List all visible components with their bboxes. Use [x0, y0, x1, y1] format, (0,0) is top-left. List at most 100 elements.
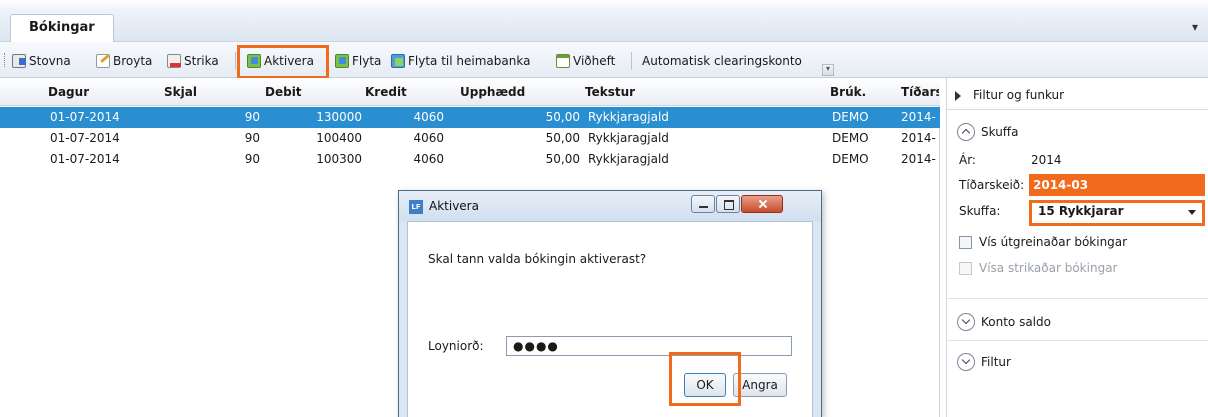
cell-tidarskeid: 2014- — [901, 152, 936, 166]
chevron-down-icon — [1188, 210, 1196, 215]
close-button[interactable] — [741, 195, 783, 213]
toolbar-separator — [235, 52, 236, 70]
cell-kredit: 4060 — [413, 110, 444, 124]
auto-clearing-button[interactable]: Automatisk clearingskonto — [642, 51, 802, 71]
activate-dialog: LF Aktivera Skal tann valda bókingin akt… — [398, 190, 822, 417]
period-label: Tíðarskeið: — [959, 178, 1025, 192]
section-filtur-title[interactable]: Filtur — [981, 355, 1011, 369]
chevron-up-icon[interactable] — [957, 123, 975, 141]
cell-skjal: 90 — [244, 131, 260, 145]
column-header-debit[interactable]: Debit — [265, 78, 302, 106]
new-document-icon — [12, 54, 26, 68]
cell-upphaedd: 50,00 — [545, 131, 580, 145]
chevron-down-icon[interactable] — [957, 313, 975, 331]
chevron-down-icon[interactable] — [957, 353, 975, 371]
attachment-button[interactable]: Viðheft — [556, 51, 615, 71]
cell-skjal: 90 — [244, 152, 260, 166]
toolbar: Stovna Broyta Strika Aktivera Flyta Flyt… — [0, 42, 1208, 78]
minimize-button[interactable] — [691, 195, 715, 213]
app-logo-icon: LF — [409, 200, 423, 214]
new-button[interactable]: Stovna — [12, 51, 71, 71]
cell-kredit: 4060 — [413, 131, 444, 145]
period-field[interactable]: 2014-03 — [1029, 174, 1205, 196]
move-to-bank-label: Flyta til heimabanka — [408, 54, 531, 68]
edit-button[interactable]: Broyta — [96, 51, 152, 71]
column-header-dagur[interactable]: Dagur — [48, 78, 89, 106]
cell-debit: 100300 — [316, 152, 362, 166]
cell-tidarskeid: 2014- — [901, 110, 936, 124]
ok-button-highlight — [669, 352, 741, 406]
column-header-kredit[interactable]: Kredit — [365, 78, 407, 106]
filter-panel-title: Filtur og funkur — [973, 88, 1065, 102]
column-header-tekstur[interactable]: Tekstur — [585, 78, 635, 106]
column-header-bruk[interactable]: Brúk. — [830, 78, 866, 106]
activate-button-highlight — [237, 45, 329, 79]
move-icon — [335, 54, 349, 68]
attachment-button-label: Viðheft — [573, 54, 616, 68]
move-button-label: Flyta — [352, 54, 382, 68]
delete-button[interactable]: Strika — [167, 51, 219, 71]
skuffa-dropdown[interactable]: 15 Rykkjarar — [1029, 200, 1205, 226]
skuffa-selected-value: 15 Rykkjarar — [1038, 204, 1124, 218]
collapse-arrow-icon — [955, 91, 961, 101]
toolbar-overflow-icon[interactable]: ▾ — [822, 64, 834, 76]
cell-debit: 130000 — [316, 110, 362, 124]
cell-dagur: 01-07-2014 — [50, 110, 120, 124]
cell-skjal: 90 — [244, 110, 260, 124]
grid-header: Dagur Skjal Debit Kredit Upphædd Tekstur… — [0, 78, 940, 106]
section-skuffa-title[interactable]: Skuffa — [981, 125, 1018, 139]
edit-button-label: Broyta — [113, 54, 153, 68]
cell-tekstur: Rykkjaragjald — [588, 152, 669, 166]
table-row[interactable]: 01-07-2014 90 130000 4060 50,00 Rykkjara… — [0, 107, 940, 128]
cancel-button[interactable]: Angra — [733, 373, 787, 397]
column-header-tidarskeid[interactable]: Tíðars — [901, 78, 939, 106]
cell-dagur: 01-07-2014 — [50, 131, 120, 145]
dialog-question: Skal tann valda bókingin aktiverast? — [428, 252, 647, 266]
password-input[interactable]: ●●●● — [506, 336, 792, 356]
cell-dagur: 01-07-2014 — [50, 152, 120, 166]
cell-tekstur: Rykkjaragjald — [588, 110, 669, 124]
cell-kredit: 4060 — [413, 152, 444, 166]
move-to-bank-button[interactable]: Flyta til heimabanka — [391, 51, 530, 71]
cell-upphaedd: 50,00 — [545, 152, 580, 166]
table-row[interactable]: 01-07-2014 90 100300 4060 50,00 Rykkjara… — [0, 149, 940, 170]
cell-bruk: DEMO — [832, 110, 869, 124]
auto-clearing-label: Automatisk clearingskonto — [642, 54, 802, 68]
delete-icon — [167, 54, 181, 68]
tab-menu-icon[interactable]: ▾ — [1192, 20, 1198, 34]
app-window: Bókingar ▾ Stovna Broyta Strika Aktivera… — [0, 0, 1208, 417]
deleted-checkbox-label: Vísa strikaðar bókingar — [979, 261, 1118, 275]
move-button[interactable]: Flyta — [335, 51, 381, 71]
tab-bar: Bókingar ▾ — [0, 10, 1208, 42]
section-divider — [947, 340, 1208, 341]
filter-panel-header[interactable]: Filtur og funkur — [947, 84, 1208, 110]
cell-upphaedd: 50,00 — [545, 110, 580, 124]
title-strip — [0, 0, 1208, 10]
table-row[interactable]: 01-07-2014 90 100400 4060 50,00 Rykkjara… — [0, 128, 940, 149]
new-button-label: Stovna — [29, 54, 71, 68]
cell-bruk: DEMO — [832, 152, 869, 166]
cell-debit: 100400 — [316, 131, 362, 145]
attachment-icon — [556, 54, 570, 68]
toolbar-grip[interactable] — [4, 53, 7, 67]
cell-bruk: DEMO — [832, 131, 869, 145]
column-header-upphaedd[interactable]: Upphædd — [460, 78, 525, 106]
breakdown-checkbox[interactable] — [959, 236, 972, 249]
delete-button-label: Strika — [184, 54, 219, 68]
dialog-title: Aktivera — [429, 199, 479, 213]
toolbar-separator — [631, 52, 632, 70]
dialog-title-bar[interactable]: LF Aktivera — [399, 191, 821, 221]
deleted-checkbox[interactable] — [959, 262, 972, 275]
skuffa-label: Skuffa: — [959, 204, 1001, 218]
password-label: Loyniorð: — [428, 339, 484, 353]
section-divider — [947, 298, 1208, 299]
edit-icon — [96, 54, 110, 68]
column-header-skjal[interactable]: Skjal — [164, 78, 197, 106]
year-value: 2014 — [1031, 153, 1062, 167]
year-label: Ár: — [959, 153, 976, 167]
section-saldo-title[interactable]: Konto saldo — [981, 315, 1051, 329]
filter-panel: Filtur og funkur Skuffa Ár: 2014 Tíðarsk… — [946, 78, 1208, 417]
cell-tidarskeid: 2014- — [901, 131, 936, 145]
maximize-button[interactable] — [716, 195, 740, 213]
tab-bokingar[interactable]: Bókingar — [10, 14, 114, 42]
